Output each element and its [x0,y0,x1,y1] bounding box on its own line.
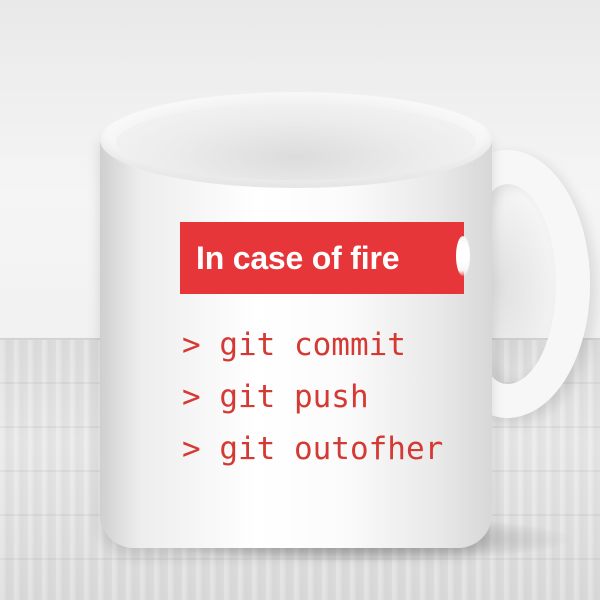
fire-icon [456,236,470,276]
mug-interior [116,104,476,180]
banner-text: In case of fire [196,239,400,276]
command-list: > git commit > git push > git outofher [182,330,452,500]
command-line-push: > git push [182,379,369,415]
command-line-commit: > git commit [182,330,406,363]
fire-banner: In case of fire [180,222,464,294]
command-line-outofhere: > git outofher [182,431,444,467]
